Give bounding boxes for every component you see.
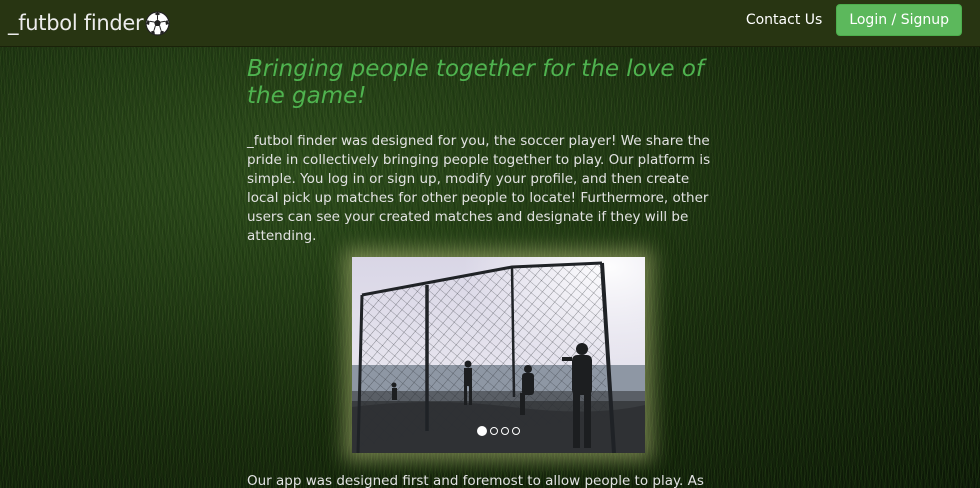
carousel-slide-image xyxy=(352,257,645,453)
carousel-indicators xyxy=(352,426,645,436)
carousel-indicator-1[interactable] xyxy=(477,426,487,436)
carousel-indicator-2[interactable] xyxy=(490,427,498,435)
nav-actions: Contact Us Login / Signup xyxy=(746,4,962,36)
brand-text: _futbol finder xyxy=(8,11,144,35)
main-content: Bringing people together for the love of… xyxy=(247,56,717,246)
page-headline: Bringing people together for the love of… xyxy=(247,56,705,109)
intro-paragraph: _futbol finder was designed for you, the… xyxy=(247,133,711,244)
carousel-indicator-4[interactable] xyxy=(512,427,520,435)
brand-logo[interactable]: _futbol finder xyxy=(8,9,170,37)
image-carousel[interactable] xyxy=(352,257,645,453)
soccer-ball-icon xyxy=(145,10,170,36)
navbar: _futbol finder Contact Us Login / Signup xyxy=(0,0,980,47)
second-paragraph: Our app was designed first and foremost … xyxy=(247,473,704,488)
carousel-indicator-3[interactable] xyxy=(501,427,509,435)
contact-us-link[interactable]: Contact Us xyxy=(746,12,822,28)
login-signup-button[interactable]: Login / Signup xyxy=(836,4,962,36)
